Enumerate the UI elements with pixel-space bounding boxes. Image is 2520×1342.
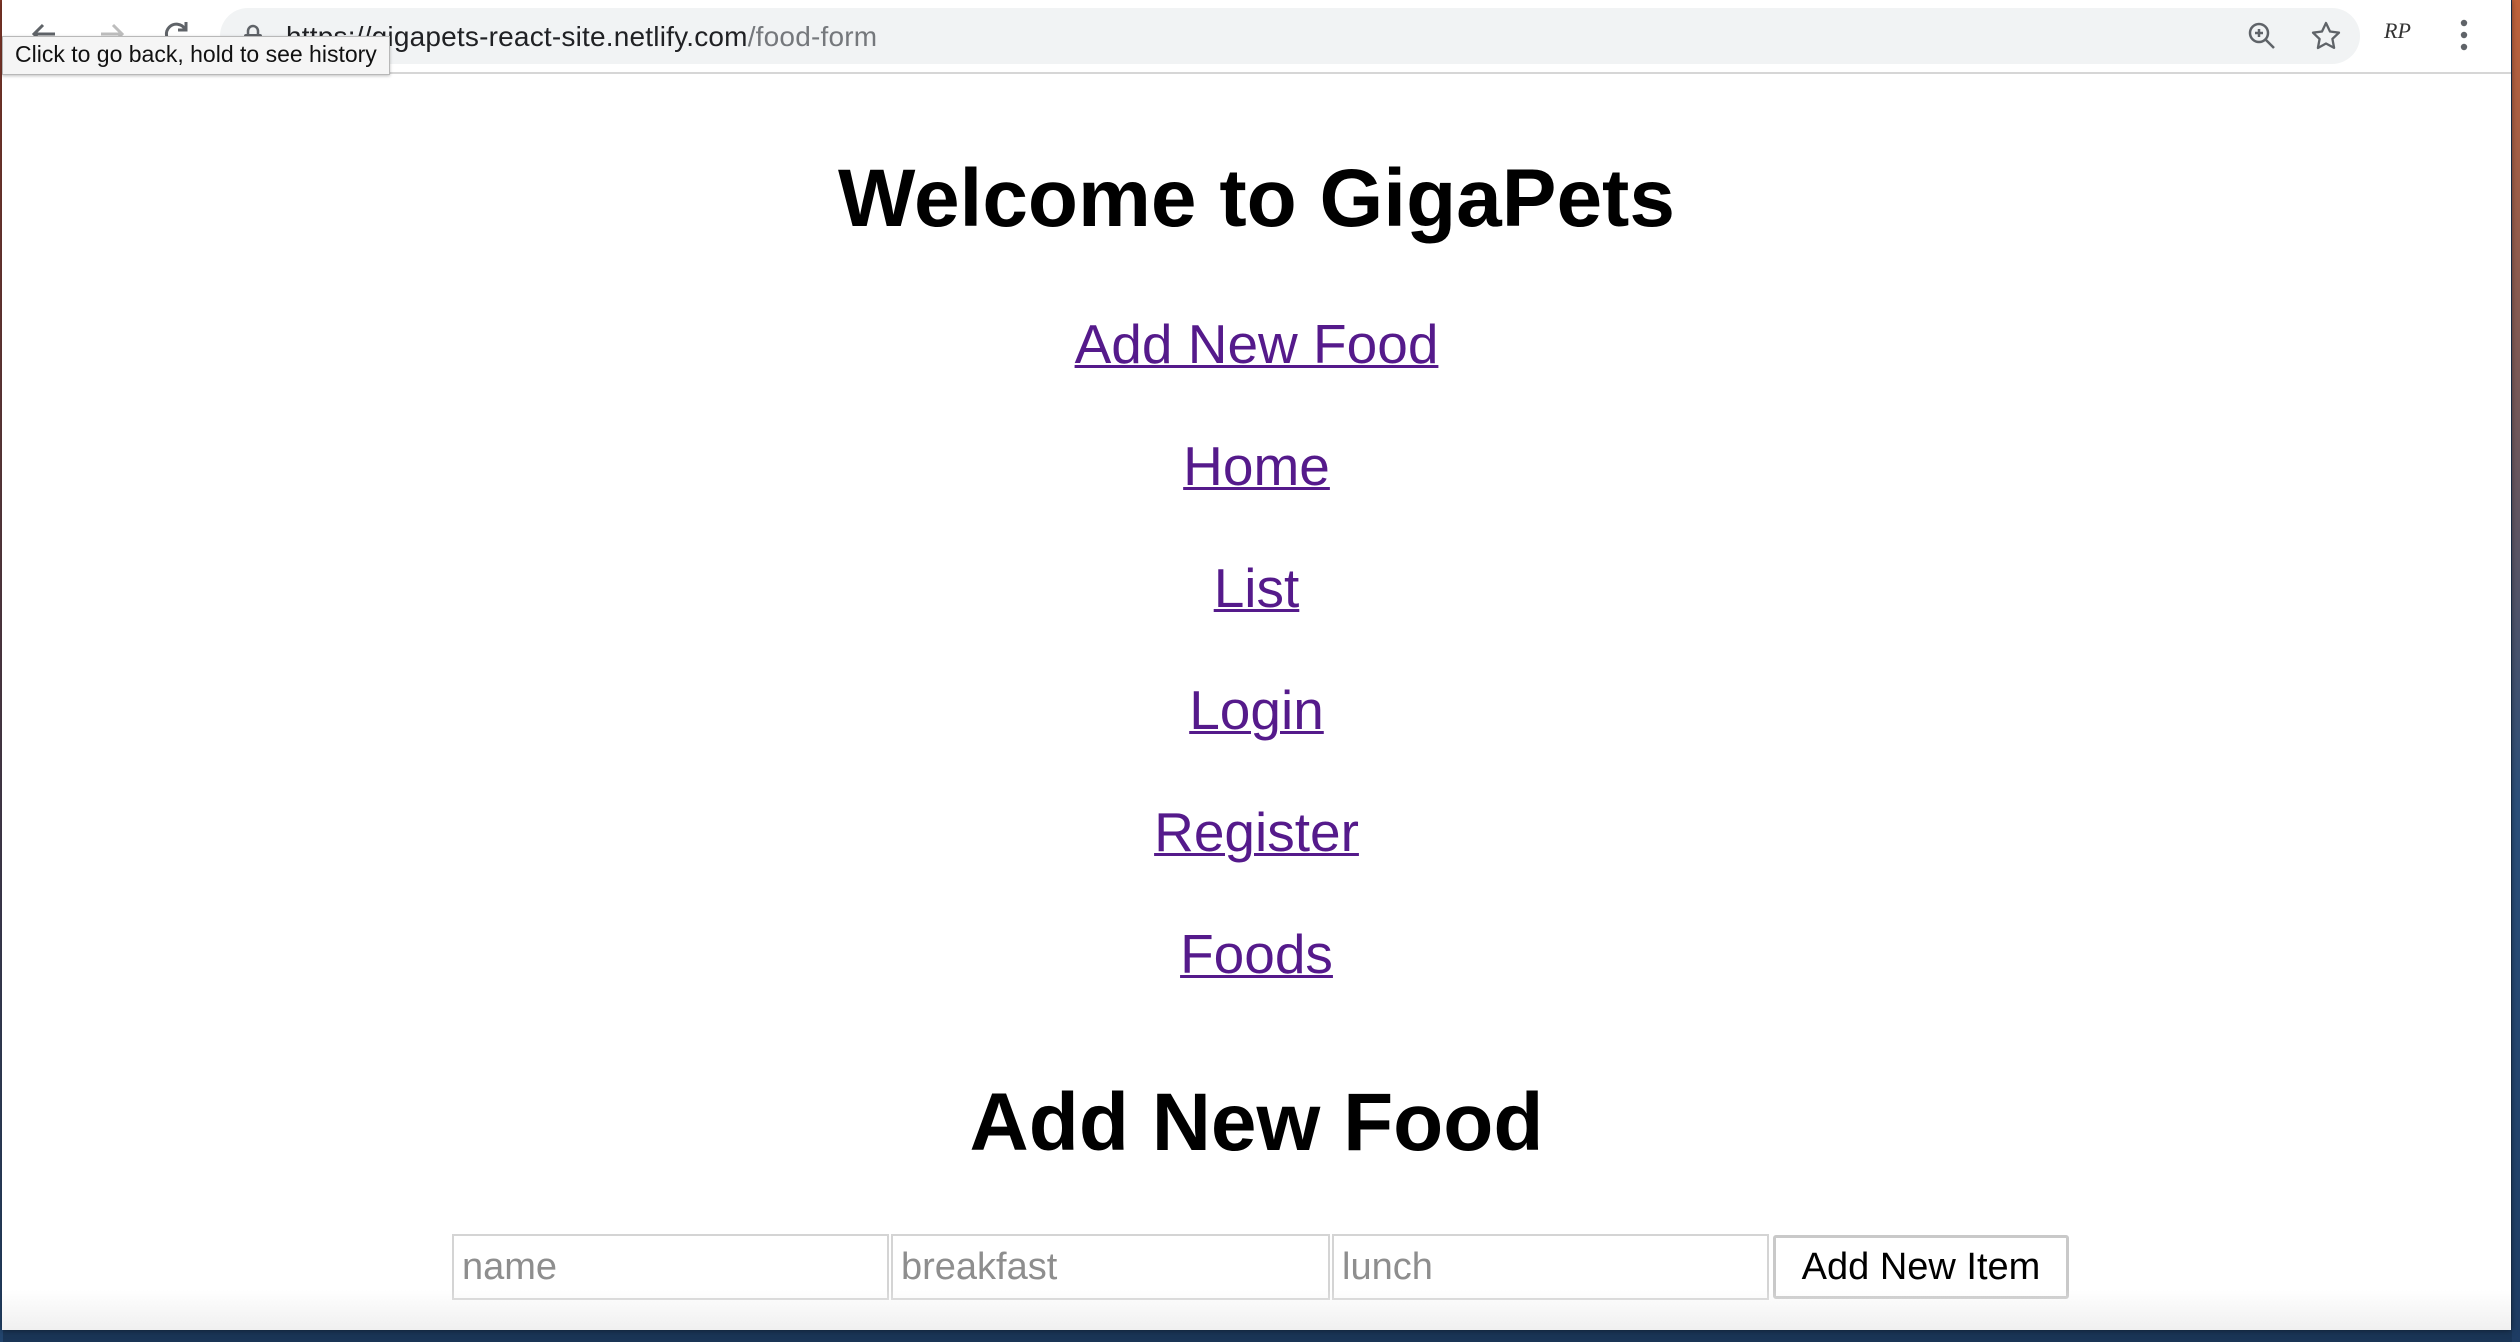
nav-link-home[interactable]: Home	[2, 430, 2511, 552]
profile-avatar[interactable]: RP	[2384, 18, 2411, 44]
more-menu-icon[interactable]	[2458, 18, 2470, 52]
nav-link-add-new-food[interactable]: Add New Food	[2, 308, 2511, 430]
desktop-background-right	[2512, 0, 2520, 1342]
address-bar[interactable]: https://gigapets-react-site.netlify.com/…	[220, 8, 2360, 64]
zoom-icon[interactable]	[2246, 20, 2278, 52]
nav-link-list[interactable]: List	[2, 552, 2511, 674]
browser-window: https://gigapets-react-site.netlify.com/…	[2, 0, 2511, 1330]
nav-link-label[interactable]: List	[1214, 557, 1300, 619]
bottom-shadow	[2, 1290, 2511, 1330]
nav-link-label[interactable]: Register	[1154, 801, 1359, 863]
nav-link-label[interactable]: Home	[1183, 435, 1330, 497]
bookmark-star-icon[interactable]	[2310, 20, 2342, 52]
nav-link-label[interactable]: Login	[1189, 679, 1324, 741]
site-nav: Add New Food Home List Login Register Fo…	[2, 308, 2511, 1040]
page-content: Welcome to GigaPets Add New Food Home Li…	[2, 74, 2511, 1330]
nav-link-label[interactable]: Foods	[1180, 923, 1333, 985]
nav-link-register[interactable]: Register	[2, 796, 2511, 918]
page-title: Welcome to GigaPets	[838, 153, 1675, 244]
back-button-tooltip: Click to go back, hold to see history	[2, 36, 390, 75]
nav-link-login[interactable]: Login	[2, 674, 2511, 796]
browser-toolbar: https://gigapets-react-site.netlify.com/…	[2, 0, 2511, 75]
form-heading: Add New Food	[969, 1077, 1544, 1168]
nav-link-label[interactable]: Add New Food	[1075, 313, 1439, 375]
url-path: /food-form	[747, 21, 878, 52]
nav-link-foods[interactable]: Foods	[2, 918, 2511, 1040]
